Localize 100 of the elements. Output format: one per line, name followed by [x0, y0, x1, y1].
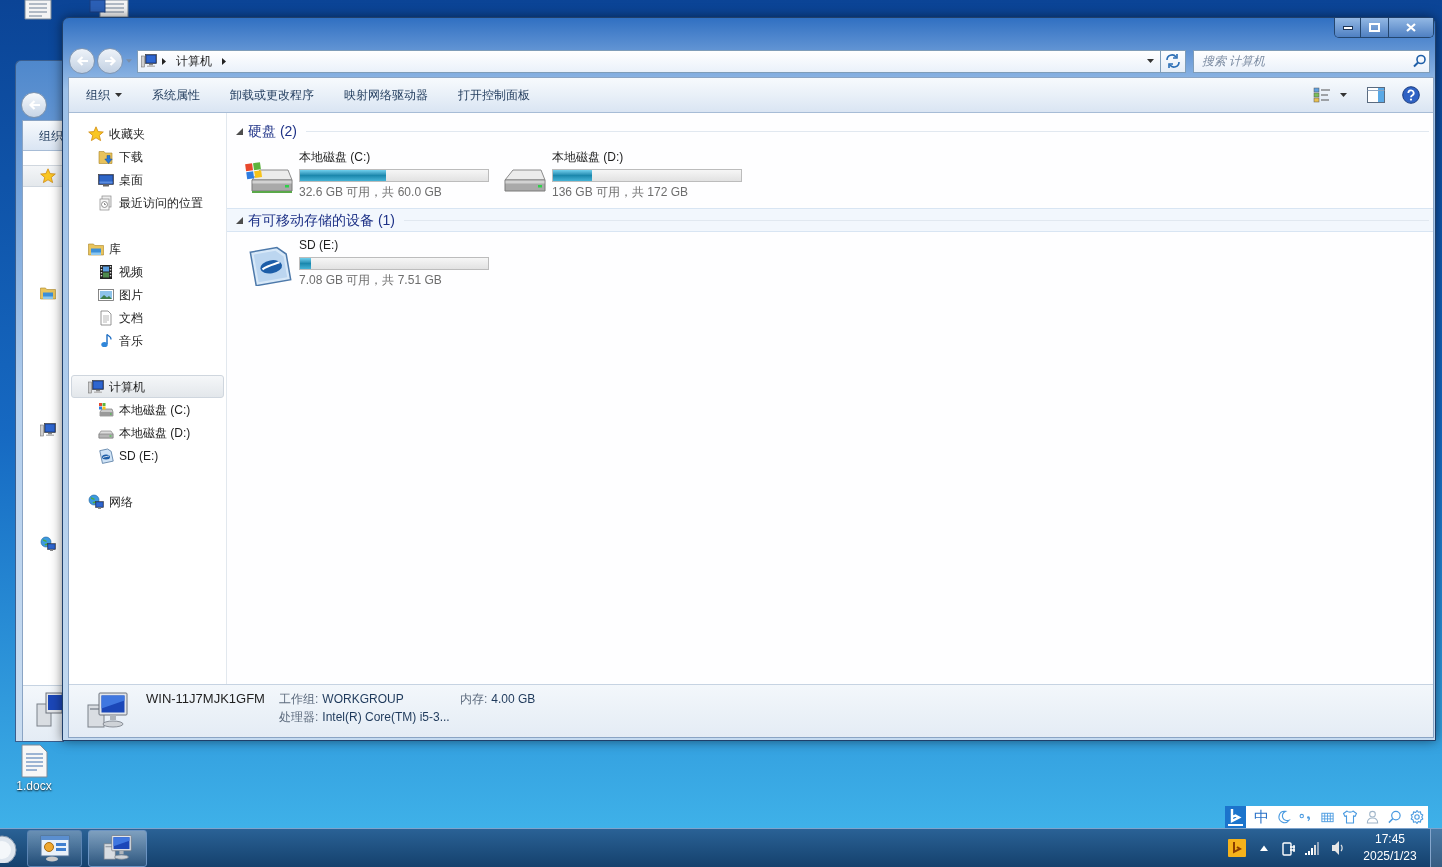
toolbar-button[interactable]: 组织: [71, 82, 137, 108]
computer-icon: [85, 691, 131, 731]
nav-item[interactable]: 库: [71, 237, 224, 260]
caret-down-icon: [126, 59, 132, 63]
drive-space-text: 136 GB 可用，共 172 GB: [552, 185, 690, 199]
picture-icon: [98, 286, 114, 303]
search-field[interactable]: 搜索 计算机: [1193, 49, 1430, 73]
shirt-icon[interactable]: [1342, 809, 1358, 825]
close-button[interactable]: [1389, 18, 1433, 37]
toolbar-button[interactable]: 系统属性: [137, 82, 215, 108]
pane-icon: [1367, 87, 1385, 103]
view-list-icon: [1313, 87, 1331, 103]
document-stack-icon: [98, 194, 114, 211]
music-note-icon: [98, 332, 114, 349]
show-desktop-button[interactable]: [1430, 829, 1442, 867]
power-plug-icon[interactable]: [1282, 840, 1296, 856]
library-folder-icon: [40, 285, 56, 301]
star-icon: [88, 125, 104, 142]
maximize-icon: [1369, 23, 1380, 32]
maximize-button[interactable]: [1361, 18, 1389, 37]
chevron-right-icon[interactable]: [222, 57, 226, 65]
back-button[interactable]: [21, 92, 47, 118]
help-button[interactable]: [1402, 83, 1420, 107]
nav-item[interactable]: 视频: [71, 260, 224, 283]
toolbar-button[interactable]: 卸载或更改程序: [215, 82, 329, 108]
search-icon[interactable]: [1412, 53, 1426, 68]
document-icon: [18, 744, 50, 778]
group-header[interactable]: 有可移动存储的设备 (1): [227, 208, 1433, 232]
arrow-up-icon[interactable]: [1260, 845, 1268, 851]
help-icon: [1402, 86, 1420, 104]
folder-arrow-icon: [98, 148, 114, 165]
details-value: 4.00 GB: [491, 691, 536, 708]
forward-button[interactable]: [97, 48, 123, 74]
minimize-button[interactable]: [1335, 18, 1361, 37]
network-globe-icon: [40, 536, 56, 552]
document-icon: [22, 0, 54, 20]
document-icon: [88, 0, 130, 18]
caret-down-icon[interactable]: [1147, 59, 1154, 63]
nav-item[interactable]: 桌面: [71, 168, 224, 191]
nav-item[interactable]: 下载: [71, 145, 224, 168]
computer-icon: [101, 834, 134, 862]
breadcrumb-item[interactable]: 计算机: [171, 50, 217, 72]
taskbar-button[interactable]: [88, 829, 147, 867]
refresh-button[interactable]: [1161, 49, 1186, 73]
caret-down-icon: [115, 93, 122, 97]
hard-drive-icon: [98, 401, 114, 418]
nav-item[interactable]: 最近访问的位置: [71, 191, 224, 214]
search-icon[interactable]: [1387, 809, 1402, 825]
toolbar-button[interactable]: 映射网络驱动器: [329, 82, 443, 108]
toolbar-button[interactable]: 打开控制面板: [443, 82, 545, 108]
arrow-left-icon: [75, 55, 89, 67]
logo-icon[interactable]: [1225, 806, 1246, 828]
drive-name: 本地磁盘 (D:): [552, 150, 625, 164]
input-mode-button[interactable]: 中: [1254, 807, 1269, 827]
caret-down-icon: [1340, 93, 1347, 97]
taskbar-button[interactable]: [27, 829, 82, 867]
nav-item[interactable]: 本地磁盘 (C:): [71, 398, 224, 421]
document-icon: [98, 309, 114, 326]
settings-icon[interactable]: [1409, 809, 1425, 825]
computer-icon: [88, 378, 104, 395]
nav-item[interactable]: 本地磁盘 (D:): [71, 421, 224, 444]
minimize-icon: [1342, 25, 1353, 30]
nav-item[interactable]: 音乐: [71, 329, 224, 352]
moon-icon[interactable]: [1276, 809, 1291, 825]
arrow-right-icon: [103, 55, 117, 67]
drive-name: 本地磁盘 (C:): [299, 150, 372, 164]
computer-name: WIN-11J7MJK1GFM: [146, 690, 266, 708]
expanded-triangle-icon[interactable]: [236, 127, 243, 135]
nav-item[interactable]: [23, 165, 64, 187]
signal-bars-icon[interactable]: [1305, 841, 1320, 855]
details-value: Intel(R) Core(TM) i5-3...: [322, 709, 450, 726]
arrow-left-icon: [27, 99, 41, 111]
computer-icon: [36, 692, 62, 728]
nav-item[interactable]: 网络: [71, 490, 224, 513]
nav-item[interactable]: 文档: [71, 306, 224, 329]
clock-date[interactable]: 2025/1/23: [1363, 848, 1417, 865]
network-globe-icon: [88, 493, 104, 510]
clock-time[interactable]: 17:45: [1375, 831, 1405, 848]
speaker-icon[interactable]: [1331, 840, 1344, 856]
details-label: 工作组:: [279, 691, 319, 708]
logo-icon[interactable]: [1228, 839, 1246, 857]
drive-space-text: 32.6 GB 可用，共 60.0 GB: [299, 185, 443, 199]
desktop-icon-label: 1.docx: [16, 779, 52, 793]
toolbar-button[interactable]: 组织: [39, 126, 63, 145]
drive-name: SD (E:): [299, 238, 340, 252]
expanded-triangle-icon[interactable]: [236, 216, 243, 224]
nav-item[interactable]: 图片: [71, 283, 224, 306]
nav-item[interactable]: 收藏夹: [71, 122, 224, 145]
back-button[interactable]: [69, 48, 95, 74]
dashboard-window-icon: [39, 834, 70, 862]
close-icon: [1406, 23, 1416, 32]
address-bar[interactable]: 计算机: [137, 49, 1161, 73]
chevron-right-icon[interactable]: [162, 57, 166, 65]
details-label: 处理器:: [279, 709, 319, 726]
group-header[interactable]: 硬盘 (2): [227, 119, 1433, 143]
nav-item[interactable]: SD (E:): [71, 444, 224, 467]
computer-icon: [40, 422, 56, 438]
details-label: 内存:: [460, 691, 488, 708]
nav-item[interactable]: 计算机: [71, 375, 224, 398]
sd-card-icon: [98, 447, 114, 464]
